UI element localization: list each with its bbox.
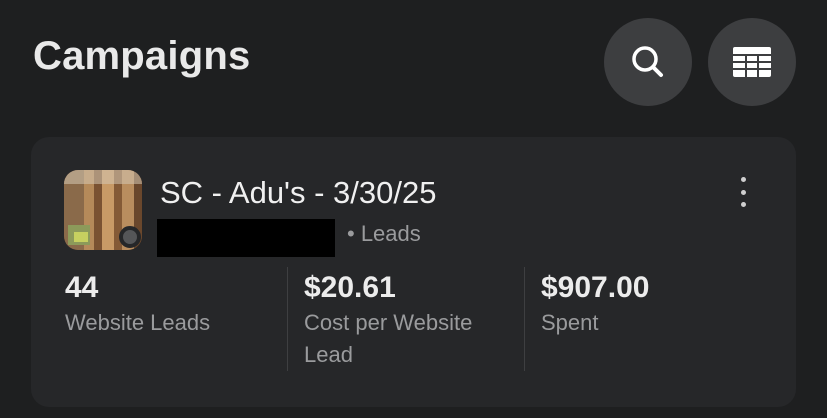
metric-spent: $907.00 Spent (541, 267, 761, 339)
metric-value: $20.61 (304, 271, 396, 304)
metric-label: Cost per Website Lead (304, 310, 473, 367)
status-indicator (119, 226, 141, 248)
more-options-button[interactable] (733, 177, 753, 207)
metric-label: Spent (541, 310, 599, 335)
campaign-objective: • Leads (347, 221, 421, 246)
metric-value: $907.00 (541, 271, 650, 304)
table-icon (733, 47, 771, 77)
metric-label: Website Leads (65, 310, 211, 335)
campaign-card[interactable]: SC - Adu's - 3/30/25 • Leads 44 Website … (31, 137, 796, 407)
table-view-button[interactable] (708, 18, 796, 106)
campaign-name[interactable]: SC - Adu's - 3/30/25 (160, 175, 436, 211)
metric-divider (524, 267, 525, 371)
metric-cost-per-lead: $20.61 Cost per Website Lead (304, 267, 519, 371)
redacted-account-name (157, 219, 335, 257)
metric-website-leads: 44 Website Leads (65, 267, 285, 339)
search-icon (632, 46, 663, 77)
metric-divider (287, 267, 288, 371)
search-button[interactable] (604, 18, 692, 106)
metric-value: 44 (65, 271, 99, 304)
campaigns-screen: Campaigns SC - Adu's - 3/30/25 • Leads 4… (0, 0, 827, 418)
more-vertical-icon (740, 177, 746, 182)
page-title: Campaigns (33, 34, 251, 78)
